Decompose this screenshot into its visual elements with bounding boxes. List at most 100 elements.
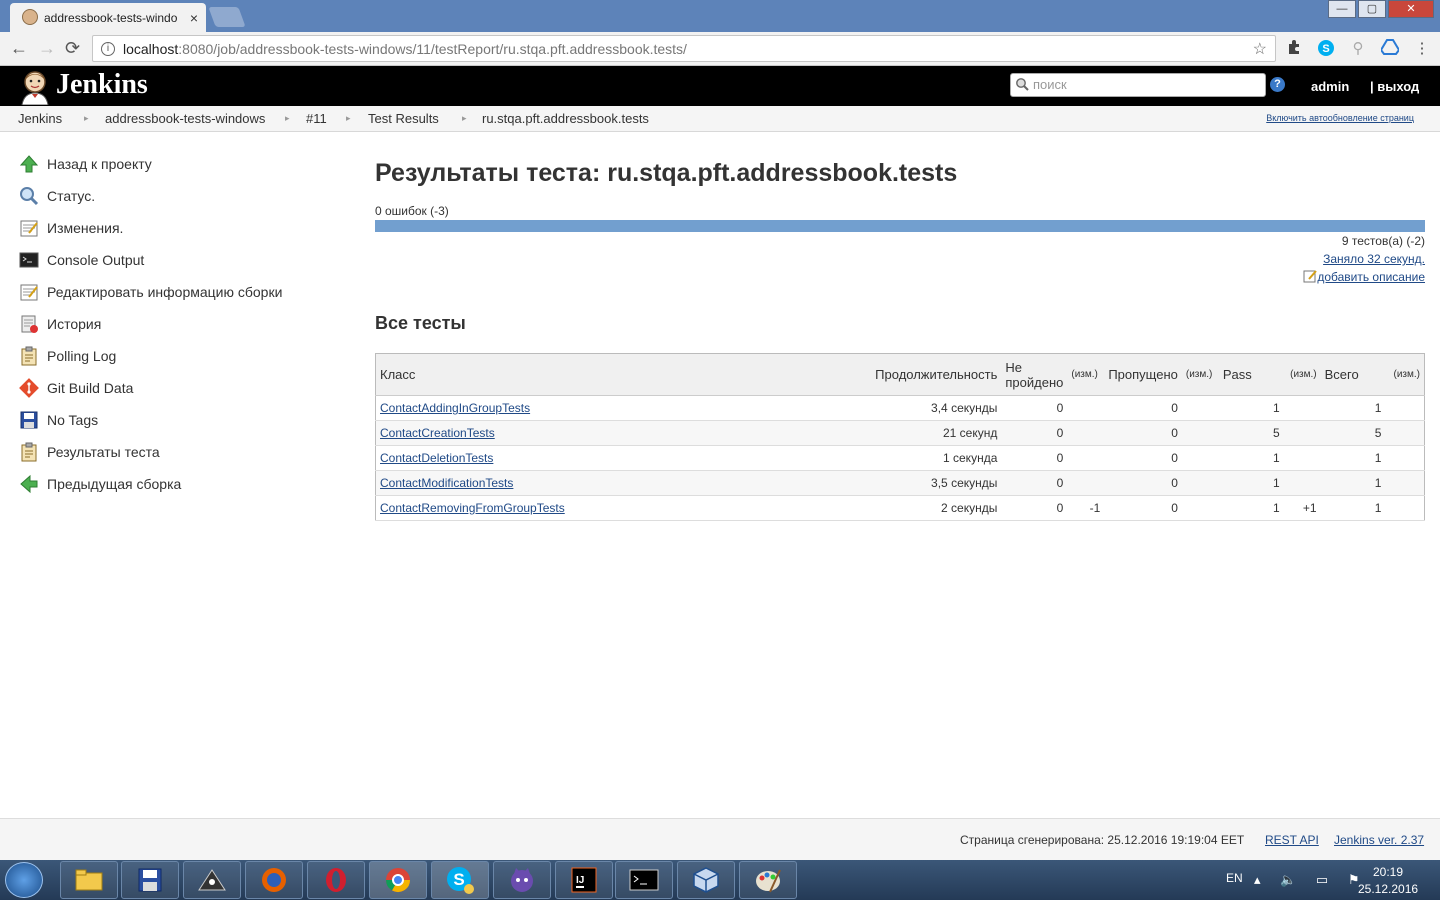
clock-date[interactable]: 25.12.2016 — [1358, 882, 1418, 896]
skype-extension-icon[interactable]: S — [1316, 39, 1336, 59]
task-back-to-project[interactable]: Назад к проекту — [18, 148, 338, 180]
column-header-total[interactable]: Всего — [1320, 353, 1386, 396]
task-edit-build-info[interactable]: Редактировать информацию сборки — [18, 276, 338, 308]
puzzle-extension-icon[interactable] — [1284, 39, 1304, 59]
task-git-build-data[interactable]: Git Build Data — [18, 372, 338, 404]
task-console-output[interactable]: Console Output — [18, 244, 338, 276]
class-link[interactable]: ContactDeletionTests — [380, 451, 493, 465]
skype-icon[interactable]: S — [431, 861, 489, 899]
breadcrumb-job[interactable]: addressbook-tests-windows — [105, 111, 265, 126]
class-link[interactable]: ContactRemovingFromGroupTests — [380, 501, 565, 515]
results-table: Класс Продолжительность Не пройдено (изм… — [375, 353, 1425, 521]
search-placeholder: поиск — [1033, 77, 1067, 92]
breadcrumb-separator-icon[interactable]: ▸ — [462, 113, 467, 124]
column-header-failed-diff[interactable]: (изм.) — [1067, 353, 1105, 396]
logout-link[interactable]: | выход — [1370, 79, 1419, 94]
svg-text:S: S — [1322, 43, 1329, 55]
minimize-button[interactable]: — — [1328, 0, 1356, 18]
task-no-tags[interactable]: No Tags — [18, 404, 338, 436]
class-link[interactable]: ContactAddingInGroupTests — [380, 401, 530, 415]
failed-cell: 0 — [1001, 470, 1068, 496]
jenkins-butler-logo[interactable] — [18, 69, 52, 105]
tab-close-icon[interactable]: × — [190, 10, 198, 26]
maximize-button[interactable]: ▢ — [1358, 0, 1386, 18]
class-link[interactable]: ContactModificationTests — [380, 476, 513, 490]
close-window-button[interactable]: ✕ — [1388, 0, 1434, 18]
user-link[interactable]: admin — [1311, 79, 1349, 94]
file-explorer-icon[interactable] — [60, 861, 118, 899]
browser-tab-active[interactable]: addressbook-tests-windo × — [10, 3, 206, 32]
browser-menu-icon[interactable]: ⋮ — [1412, 39, 1432, 59]
url-text[interactable]: localhost:8080/job/addressbook-tests-win… — [123, 41, 1253, 57]
system-tray-icons[interactable]: ▴ 🔈 ▭ ⚑ — [1254, 872, 1367, 888]
failed-diff-cell — [1067, 420, 1105, 446]
reload-button[interactable]: ⟳ — [65, 38, 80, 59]
address-bar[interactable]: i localhost:8080/job/addressbook-tests-w… — [92, 35, 1276, 62]
column-header-pass-diff[interactable]: (изм.) — [1283, 353, 1321, 396]
new-tab-button[interactable] — [208, 7, 246, 27]
column-header-skipped-diff[interactable]: (изм.) — [1181, 353, 1219, 396]
terminal-icon[interactable] — [615, 861, 673, 899]
column-header-pass[interactable]: Pass — [1218, 353, 1284, 396]
skipped-diff-cell — [1181, 445, 1219, 471]
class-cell[interactable]: ContactDeletionTests — [375, 445, 871, 471]
class-cell[interactable]: ContactAddingInGroupTests — [375, 395, 871, 421]
task-test-results[interactable]: Результаты теста — [18, 436, 338, 468]
paint-icon[interactable] — [739, 861, 797, 899]
start-button[interactable] — [5, 862, 43, 898]
virtualbox-icon[interactable] — [677, 861, 735, 899]
class-link[interactable]: ContactCreationTests — [380, 426, 495, 440]
dropper-extension-icon[interactable]: ⚲ — [1348, 39, 1368, 59]
breadcrumb-separator-icon[interactable]: ▸ — [346, 113, 351, 124]
failed-cell: 0 — [1001, 420, 1068, 446]
history-icon — [18, 313, 40, 335]
firefox-icon[interactable] — [245, 861, 303, 899]
help-icon[interactable]: ? — [1270, 77, 1285, 92]
cat-icon[interactable] — [493, 861, 551, 899]
column-header-class[interactable]: Класс — [375, 353, 871, 396]
forward-button[interactable]: → — [38, 38, 56, 59]
intellij-icon[interactable]: IJ — [555, 861, 613, 899]
jenkins-brand[interactable]: Jenkins — [56, 69, 148, 101]
class-cell[interactable]: ContactRemovingFromGroupTests — [375, 495, 871, 521]
task-history[interactable]: История — [18, 308, 338, 340]
breadcrumb-separator-icon[interactable]: ▸ — [84, 113, 89, 124]
total-cell: 1 — [1320, 470, 1386, 496]
column-header-total-diff[interactable]: (изм.) — [1385, 353, 1425, 396]
task-polling-log[interactable]: Polling Log — [18, 340, 338, 372]
clipboard-icon — [18, 345, 40, 367]
rest-api-link[interactable]: REST API — [1265, 833, 1319, 847]
keyboard-language[interactable]: EN — [1226, 871, 1243, 885]
column-header-duration[interactable]: Продолжительность — [870, 353, 1002, 396]
task-status[interactable]: Статус. — [18, 180, 338, 212]
site-info-icon[interactable]: i — [101, 41, 115, 56]
back-button[interactable]: ← — [10, 38, 28, 59]
pass-diff-cell — [1283, 445, 1321, 471]
column-header-skipped[interactable]: Пропущено — [1104, 353, 1182, 396]
save-icon[interactable] — [121, 861, 179, 899]
breadcrumb-package[interactable]: ru.stqa.pft.addressbook.tests — [482, 111, 649, 126]
add-description-link[interactable]: добавить описание — [1317, 270, 1425, 284]
eye-icon[interactable] — [183, 861, 241, 899]
task-changes[interactable]: Изменения. — [18, 212, 338, 244]
chrome-icon[interactable] — [369, 861, 427, 899]
breadcrumb-separator-icon[interactable]: ▸ — [285, 113, 290, 124]
opera-icon[interactable] — [307, 861, 365, 899]
bookmark-star-icon[interactable]: ☆ — [1253, 39, 1267, 59]
jenkins-version-link[interactable]: Jenkins ver. 2.37 — [1334, 833, 1424, 847]
generated-timestamp: Страница сгенерирована: 25.12.2016 19:19… — [960, 833, 1245, 847]
clock-time[interactable]: 20:19 — [1373, 865, 1403, 879]
duration-link[interactable]: Заняло 32 секунд. — [1323, 252, 1425, 266]
search-input[interactable]: поиск — [1010, 73, 1266, 97]
drive-extension-icon[interactable] — [1379, 39, 1401, 59]
class-cell[interactable]: ContactModificationTests — [375, 470, 871, 496]
task-previous-build[interactable]: Предыдущая сборка — [18, 468, 338, 500]
failed-diff-cell — [1067, 445, 1105, 471]
table-row: ContactModificationTests 3,5 секунды 0 0 1 1 — [375, 470, 1425, 496]
column-header-failed[interactable]: Не пройдено — [1001, 353, 1068, 396]
class-cell[interactable]: ContactCreationTests — [375, 420, 871, 446]
breadcrumb-build[interactable]: #11 — [306, 111, 327, 126]
breadcrumb-test-results[interactable]: Test Results — [368, 111, 439, 126]
autorefresh-link[interactable]: Включить автообновление страниц — [1266, 113, 1414, 123]
breadcrumb-jenkins[interactable]: Jenkins — [18, 111, 62, 126]
